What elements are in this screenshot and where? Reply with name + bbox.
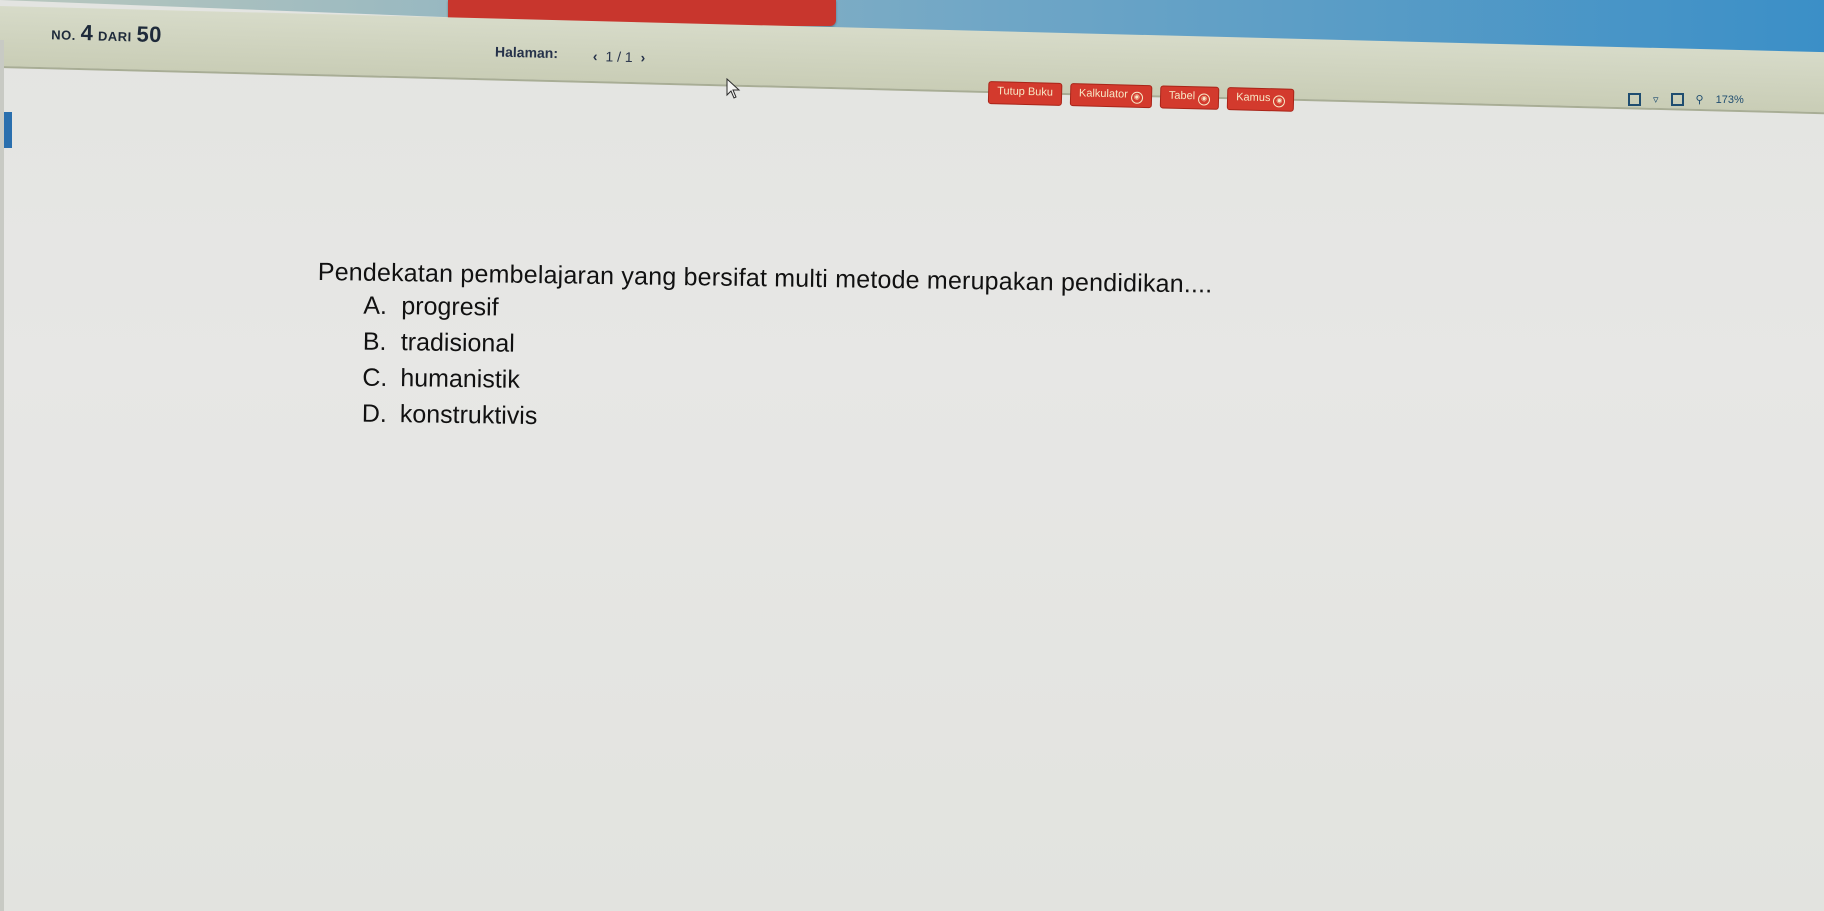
filter-icon[interactable]: ▿	[1653, 93, 1659, 106]
exam-screen: NO. 4 DARI 50 Halaman: ‹ 1 / 1 › Tutup B…	[0, 0, 1824, 911]
question-number: NO. 4 DARI 50	[51, 19, 162, 48]
option-letter: B.	[362, 327, 387, 356]
left-edge	[0, 40, 4, 911]
calculator-label: Kalkulator	[1078, 87, 1129, 101]
dictionary-toggle-icon: ◉	[1273, 95, 1286, 108]
dictionary-button[interactable]: Kamus ◉	[1226, 87, 1295, 112]
option-text: progresif	[401, 292, 499, 322]
zoom-level: 173%	[1715, 93, 1744, 106]
answer-options: A. progresif B. tradisional C. humanistik D…	[316, 287, 1618, 449]
next-page-button[interactable]: ›	[636, 49, 649, 65]
page-navigator: ‹ 1 / 1 ›	[589, 48, 650, 66]
zoom-toolbar: ▿ ⚲ 173%	[1628, 93, 1744, 106]
table-toggle-icon: ◉	[1197, 93, 1211, 106]
question-block: Pendekatan pembelajaran yang bersifat mu…	[316, 258, 1618, 449]
fit-page-icon[interactable]	[1628, 93, 1641, 106]
tool-buttons: Tutup Buku Kalkulator ◉ Tabel ◉ Kamus ◉	[987, 81, 1295, 112]
question-no-value: 4	[80, 20, 94, 46]
option-letter: C.	[362, 363, 388, 392]
option-letter: D.	[361, 399, 388, 428]
table-label: Tabel	[1168, 89, 1196, 103]
mouse-pointer-icon	[726, 78, 741, 99]
prev-page-button[interactable]: ‹	[589, 48, 602, 64]
dictionary-label: Kamus	[1236, 91, 1271, 105]
expand-icon[interactable]	[1670, 93, 1684, 106]
option-letter: A.	[363, 291, 388, 320]
close-book-button[interactable]: Tutup Buku	[987, 81, 1063, 106]
question-of-label: DARI	[97, 28, 132, 45]
close-book-label: Tutup Buku	[997, 85, 1054, 99]
magnifier-icon[interactable]: ⚲	[1696, 93, 1704, 106]
option-text: tradisional	[400, 328, 515, 358]
page-label: Halaman:	[494, 43, 559, 62]
calculator-button[interactable]: Kalkulator ◉	[1069, 83, 1153, 109]
question-no-prefix: NO.	[51, 27, 77, 43]
option-text: konstruktivis	[399, 400, 538, 431]
option-text: humanistik	[400, 364, 521, 394]
question-total: 50	[136, 21, 163, 48]
page-value: 1 / 1	[605, 48, 633, 66]
table-button[interactable]: Tabel ◉	[1159, 85, 1220, 110]
calculator-toggle-icon: ◉	[1130, 91, 1143, 104]
